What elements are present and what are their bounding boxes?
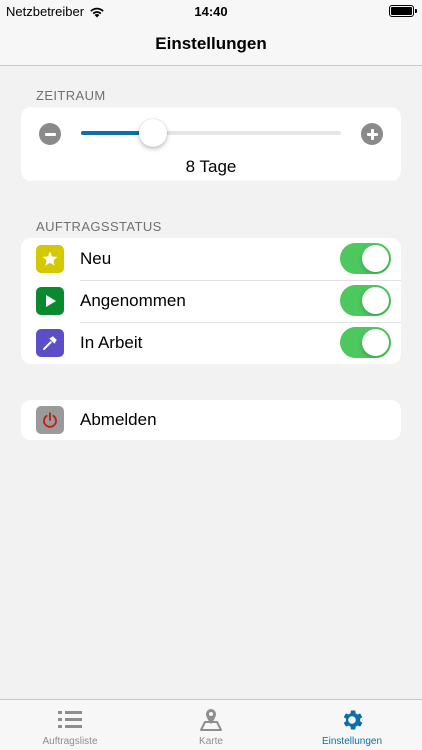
- tab-label-karte: Karte: [199, 736, 223, 747]
- battery-icon: [389, 5, 417, 17]
- hammer-icon: [36, 329, 64, 357]
- tab-karte[interactable]: Karte: [141, 700, 281, 750]
- page-title: Einstellungen: [155, 33, 267, 53]
- tab-einstellungen[interactable]: Einstellungen: [282, 700, 422, 750]
- increase-button[interactable]: [361, 123, 383, 145]
- section-header-zeitraum: ZEITRAUM: [36, 88, 106, 103]
- status-label-in-arbeit: In Arbeit: [80, 333, 143, 352]
- status-row-neu: Neu: [21, 238, 401, 280]
- plus-icon-vertical: [370, 128, 374, 140]
- slider-thumb[interactable]: [139, 119, 168, 147]
- status-row-in-arbeit: In Arbeit: [21, 322, 401, 364]
- decrease-button[interactable]: [39, 123, 61, 145]
- star-icon: [36, 245, 64, 273]
- zeitraum-slider[interactable]: [81, 131, 341, 135]
- auftragsstatus-card: Neu Angenommen In Arbeit: [21, 238, 401, 364]
- tab-label-auftragsliste: Auftragsliste: [42, 736, 98, 747]
- section-header-auftragsstatus: AUFTRAGSSTATUS: [36, 219, 162, 234]
- status-row-angenommen: Angenommen: [21, 280, 401, 322]
- gear-icon: [338, 707, 366, 733]
- power-icon: [36, 406, 64, 434]
- tab-label-einstellungen: Einstellungen: [321, 736, 383, 747]
- navigation-bar: Einstellungen: [0, 22, 422, 66]
- logout-card[interactable]: Abmelden: [21, 400, 401, 440]
- map-icon: [197, 707, 225, 733]
- toggle-angenommen[interactable]: [340, 285, 391, 316]
- status-label-angenommen: Angenommen: [80, 291, 186, 310]
- logout-row[interactable]: Abmelden: [21, 400, 401, 440]
- zeitraum-value: 8 Tage: [185, 157, 237, 176]
- play-icon: [36, 287, 64, 315]
- toggle-in-arbeit[interactable]: [340, 327, 391, 358]
- zeitraum-slider-row: [21, 107, 401, 159]
- minus-icon: [44, 132, 56, 136]
- zeitraum-card: 8 Tage: [21, 107, 401, 181]
- logout-label: Abmelden: [80, 410, 157, 429]
- list-icon: [56, 707, 84, 733]
- status-bar: Netzbetreiber 14:40: [0, 0, 422, 22]
- toggle-neu[interactable]: [340, 243, 391, 274]
- tab-auftragsliste[interactable]: Auftragsliste: [0, 700, 140, 750]
- status-label-neu: Neu: [80, 249, 112, 268]
- tab-bar: Auftragsliste Karte Einstellungen: [0, 699, 422, 750]
- status-time: 14:40: [194, 4, 228, 19]
